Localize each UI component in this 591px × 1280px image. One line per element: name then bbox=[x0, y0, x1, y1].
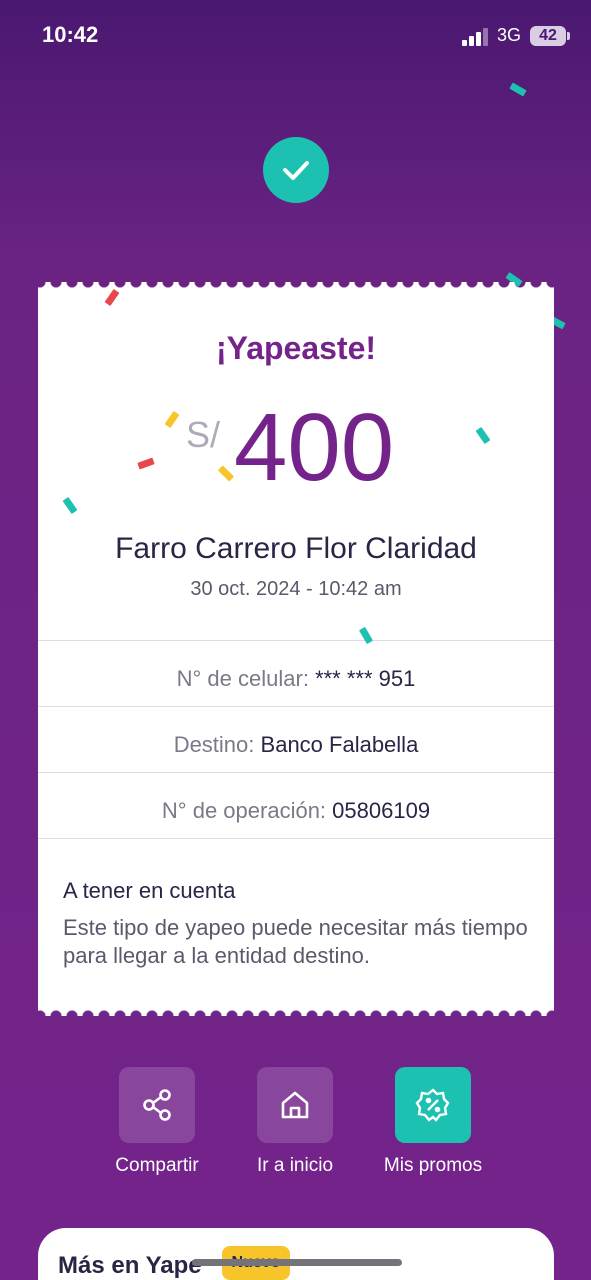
detail-phone: N° de celular: *** *** 951 bbox=[38, 666, 554, 692]
more-in-yape-card[interactable]: Más en Yape Nuevo bbox=[38, 1228, 554, 1280]
share-action[interactable]: Compartir bbox=[82, 1067, 232, 1177]
battery-level: 42 bbox=[539, 27, 557, 44]
promo-badge-icon bbox=[415, 1088, 450, 1122]
confetti-piece bbox=[217, 465, 235, 482]
confetti-piece bbox=[475, 426, 491, 445]
note-title: A tener en cuenta bbox=[63, 878, 236, 903]
home-button[interactable] bbox=[257, 1067, 333, 1143]
home-indicator[interactable] bbox=[192, 1259, 402, 1266]
home-icon bbox=[281, 1091, 309, 1119]
detail-value: 05806109 bbox=[332, 798, 431, 823]
payment-datetime: 30 oct. 2024 - 10:42 am bbox=[190, 578, 402, 600]
detail-value: *** *** 951 bbox=[315, 666, 416, 691]
battery-icon: 42 bbox=[530, 26, 570, 46]
divider bbox=[38, 838, 554, 839]
action-bar: Compartir Ir a inicio Mis promos bbox=[0, 1067, 591, 1187]
success-check-icon bbox=[263, 137, 329, 203]
detail-label: N° de celular: bbox=[176, 666, 309, 691]
detail-label: Destino: bbox=[173, 732, 255, 757]
divider bbox=[38, 772, 554, 773]
payment-amount: 400 bbox=[234, 394, 395, 501]
confetti-piece bbox=[164, 410, 180, 429]
receipt-card: ¡Yapeaste! S/ 400 Farro Carrero Flor Cla… bbox=[38, 282, 554, 1016]
currency-symbol: S/ bbox=[186, 414, 221, 455]
share-button[interactable] bbox=[119, 1067, 195, 1143]
confetti-piece bbox=[509, 82, 527, 97]
promos-action[interactable]: Mis promos bbox=[358, 1067, 508, 1177]
divider bbox=[38, 640, 554, 641]
share-label: Compartir bbox=[115, 1155, 199, 1176]
detail-label: N° de operación: bbox=[161, 798, 327, 823]
network-type: 3G bbox=[497, 25, 522, 45]
cellular-signal-icon bbox=[462, 28, 490, 46]
promos-label: Mis promos bbox=[383, 1155, 483, 1176]
detail-value: Banco Falabella bbox=[260, 732, 419, 757]
note-text: Este tipo de yapeo puede necesitar más t… bbox=[63, 915, 528, 968]
home-action[interactable]: Ir a inicio bbox=[220, 1067, 370, 1177]
confetti-piece bbox=[104, 288, 120, 307]
confetti-piece bbox=[62, 496, 78, 515]
divider bbox=[38, 706, 554, 707]
confetti-piece bbox=[358, 626, 374, 645]
home-label: Ir a inicio bbox=[256, 1155, 334, 1176]
detail-destination: Destino: Banco Falabella bbox=[38, 732, 554, 758]
status-bar: 10:42 3G 42 bbox=[0, 0, 591, 72]
more-title: Más en Yape bbox=[58, 1252, 202, 1279]
status-time: 10:42 bbox=[42, 22, 99, 47]
confetti-piece bbox=[137, 457, 155, 470]
recipient-name: Farro Carrero Flor Claridad bbox=[115, 532, 477, 565]
share-icon bbox=[143, 1089, 171, 1121]
promos-button[interactable] bbox=[395, 1067, 471, 1143]
receipt-title: ¡Yapeaste! bbox=[215, 330, 377, 366]
detail-operation: N° de operación: 05806109 bbox=[38, 798, 554, 824]
